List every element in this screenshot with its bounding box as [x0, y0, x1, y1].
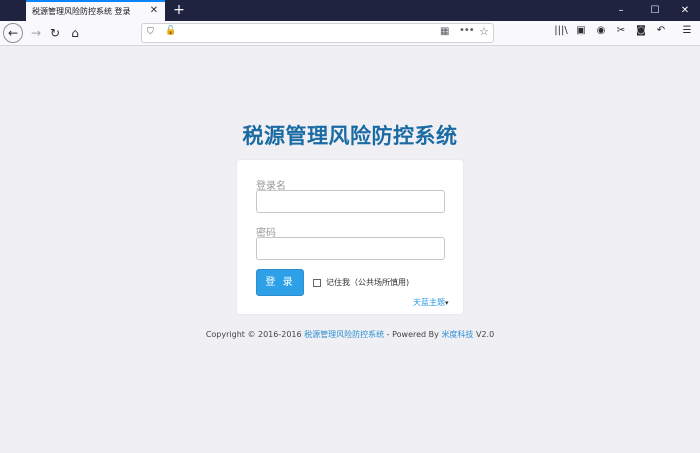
page-content: 税源管理风险防控系统 登录名 密码 登 录 记住我（公共场所慎用) 天蓝主题▾ … [0, 47, 700, 453]
theme-selector[interactable]: 天蓝主题▾ [413, 297, 449, 308]
qr-code-icon[interactable]: ▦ [440, 26, 449, 37]
back-arrow-icon[interactable]: ← [3, 23, 23, 43]
close-window-button[interactable]: ✕ [670, 0, 700, 21]
browser-tab-active[interactable]: 税源管理风险防控系统 登录 ✕ [26, 0, 165, 21]
forward-arrow-icon[interactable]: → [26, 23, 46, 43]
remember-me-checkbox[interactable] [313, 278, 321, 287]
insecure-lock-icon[interactable]: 🔓 [165, 26, 176, 36]
chat-icon[interactable]: ◙ [634, 25, 648, 36]
account-icon[interactable]: ◉ [594, 25, 608, 36]
username-field[interactable] [256, 190, 445, 213]
powered-by-text: - Powered By [384, 330, 442, 339]
bookmark-star-icon[interactable]: ☆ [479, 25, 489, 38]
remember-me-label[interactable]: 记住我（公共场所慎用) [326, 277, 409, 288]
library-icon[interactable]: |||\ [554, 25, 568, 36]
close-tab-icon[interactable]: ✕ [148, 5, 160, 17]
version-text: V2.0 [473, 330, 495, 339]
company-link[interactable]: 米度科技 [441, 330, 473, 339]
tracking-shield-icon[interactable]: ⛉ [147, 27, 154, 37]
navigation-toolbar: ← → ↻ ⌂ ⛉ 🔓 ▦ ••• ☆ |||\ ▣ ◉ ✂ ◙ ↶ ☰ [0, 21, 700, 46]
screenshot-icon[interactable]: ✂ [614, 25, 628, 36]
home-icon[interactable]: ⌂ [65, 23, 85, 43]
login-button[interactable]: 登 录 [256, 269, 304, 296]
minimize-window-button[interactable]: – [604, 0, 638, 21]
password-field[interactable] [256, 237, 445, 260]
undo-icon[interactable]: ↶ [654, 25, 668, 36]
caret-down-icon[interactable]: ▾ [445, 299, 449, 307]
system-link[interactable]: 税源管理风险防控系统 [304, 330, 384, 339]
page-actions-more-icon[interactable]: ••• [459, 25, 475, 36]
footer: Copyright © 2016-2016 税源管理风险防控系统 - Power… [0, 329, 700, 340]
reload-icon[interactable]: ↻ [45, 23, 65, 43]
remember-me[interactable]: 记住我（公共场所慎用) [313, 277, 409, 288]
page-title: 税源管理风险防控系统 [242, 124, 458, 148]
theme-label[interactable]: 天蓝主题 [413, 298, 445, 307]
tab-title: 税源管理风险防控系统 登录 [32, 7, 131, 16]
maximize-window-button[interactable]: ☐ [638, 0, 672, 21]
hamburger-menu-icon[interactable]: ☰ [680, 25, 694, 36]
address-bar[interactable]: ⛉ 🔓 ▦ ••• ☆ [141, 23, 494, 43]
login-card: 登录名 密码 登 录 记住我（公共场所慎用) 天蓝主题▾ [237, 160, 463, 314]
browser-titlebar: 税源管理风险防控系统 登录 ✕ + – ☐ ✕ [0, 0, 700, 21]
copyright-text: Copyright © 2016-2016 [205, 330, 305, 339]
new-tab-button[interactable]: + [171, 1, 187, 19]
sidebar-icon[interactable]: ▣ [574, 25, 588, 36]
